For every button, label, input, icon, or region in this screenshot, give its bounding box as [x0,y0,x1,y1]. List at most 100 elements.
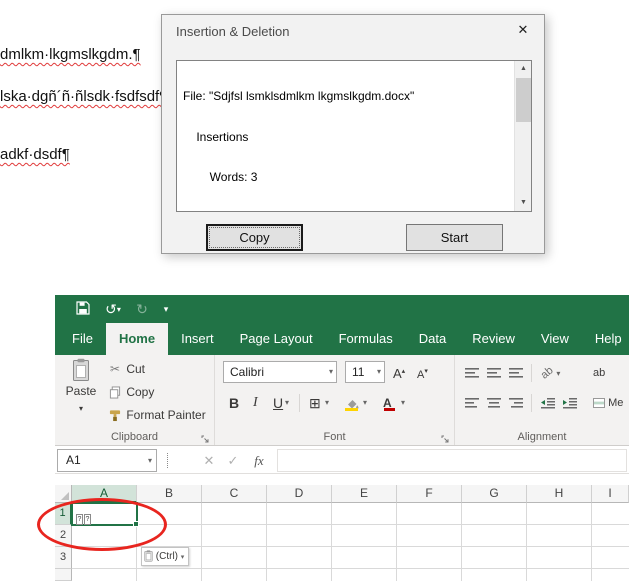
name-box[interactable]: A1 ▾ [57,449,157,472]
vertical-scrollbar[interactable]: ▲ ▼ [514,61,531,211]
font-name-combobox[interactable]: Calibri ▾ [223,361,337,383]
decrease-indent-icon[interactable] [541,394,555,412]
insertion-deletion-dialog: Insertion & Deletion ✕ File: "Sdjfsl lsm… [161,14,545,254]
wrap-text-button[interactable]: ab [593,364,605,382]
formula-bar: A1 ▾ ✕ ✓ fx [55,447,629,474]
chevron-down-icon: ▾ [78,404,83,413]
row-header-1[interactable]: 1 [55,503,72,525]
qat-customize-icon[interactable]: ▾ [157,295,175,323]
enter-icon[interactable]: ✓ [223,447,243,474]
font-color-button[interactable]: A [383,391,397,415]
chevron-down-icon: ▾ [328,367,333,376]
paste-button[interactable]: Paste ▾ [62,358,100,430]
row-header-4-partial[interactable] [55,569,72,581]
italic-button[interactable]: I [253,391,258,415]
font-group: Calibri ▾ 11 ▾ A▴ A▾ B I U ▾ ⊞ ▾ ▾ A ▾ F… [215,355,455,445]
row-header-2[interactable]: 2 [55,525,72,547]
align-center-icon[interactable] [487,394,501,412]
fill-color-dropdown-icon[interactable]: ▾ [363,391,367,415]
font-group-row2: B I U ▾ ⊞ ▾ ▾ A ▾ [215,391,455,415]
select-all-corner[interactable] [55,485,72,503]
decrease-font-size-button[interactable]: A▾ [417,361,428,383]
cells-area[interactable] [72,503,629,581]
close-icon[interactable]: ✕ [503,16,543,44]
column-header-e[interactable]: E [332,485,397,503]
redo-icon[interactable]: ↻ [131,295,153,323]
borders-button[interactable]: ⊞ [309,391,321,415]
sheet-grid: A B C D E F G H I 1 2 3 ?? (Ctrl) ▾ [55,485,629,581]
scrollbar-thumb[interactable] [516,78,531,122]
excel-window: ↺▾ ↻ ▾ File Home Insert Page Layout Form… [55,295,629,581]
align-middle-icon[interactable] [487,364,501,382]
wrap-text-icon: ab [593,367,606,379]
save-icon[interactable] [71,295,95,323]
underline-dropdown-icon[interactable]: ▾ [285,391,289,415]
undo-icon[interactable]: ↺▾ [99,295,127,323]
borders-dropdown-icon[interactable]: ▾ [325,391,329,415]
column-header-d[interactable]: D [267,485,332,503]
column-header-a[interactable]: A [72,485,137,503]
column-header-i[interactable]: I [592,485,629,503]
font-size-combobox[interactable]: 11 ▾ [345,361,385,383]
formula-input[interactable] [277,449,627,472]
tab-home[interactable]: Home [105,323,169,355]
bold-button[interactable]: B [229,391,239,415]
tab-view[interactable]: View [528,323,582,355]
font-color-dropdown-icon[interactable]: ▾ [401,391,405,415]
result-line: Insertions [183,129,249,144]
results-list-box[interactable]: File: "Sdjfsl lsmklsdmlkm lkgmslkgdm.doc… [176,60,532,212]
fill-color-button[interactable] [345,391,361,415]
cut-button[interactable]: ✂ Cut [107,362,145,382]
result-line: Words: 3 [183,170,258,184]
column-header-f[interactable]: F [397,485,462,503]
insert-function-icon[interactable]: fx [249,447,269,474]
increase-font-size-button[interactable]: A▴ [393,361,405,383]
cancel-icon[interactable]: ✕ [199,447,219,474]
orientation-icon: ab [538,364,556,382]
align-top-icon[interactable] [465,364,479,382]
font-dialog-launcher-icon[interactable] [441,431,451,443]
column-header-c[interactable]: C [202,485,267,503]
format-painter-button[interactable]: Format Painter [107,408,206,428]
clipboard-dialog-launcher-icon[interactable] [201,431,211,443]
ribbon-tab-bar: File Home Insert Page Layout Formulas Da… [55,323,629,355]
fill-handle[interactable] [133,521,139,527]
fill-color-bar [345,408,358,411]
undo-glyph: ↺ [105,301,117,317]
tab-help[interactable]: Help [582,323,629,355]
tab-page-layout[interactable]: Page Layout [227,323,326,355]
chevron-down-icon: ▾ [376,367,381,376]
floppy-icon [76,301,90,315]
tab-formulas[interactable]: Formulas [326,323,406,355]
scroll-down-icon[interactable]: ▼ [515,195,531,211]
paste-options-button[interactable]: (Ctrl) ▾ [141,547,189,566]
copy-button[interactable]: Copy [206,224,303,251]
tab-data[interactable]: Data [406,323,459,355]
column-header-h[interactable]: H [527,485,592,503]
tab-file[interactable]: File [59,323,106,355]
tab-review[interactable]: Review [459,323,528,355]
font-color-bar [384,408,395,411]
column-header-b[interactable]: B [137,485,202,503]
row-header-3[interactable]: 3 [55,547,72,569]
column-header-g[interactable]: G [462,485,527,503]
align-left-icon[interactable] [465,394,479,412]
word-text-line: lska·dgñ´ñ·ñlsdk·fsdfsdf¶ [0,88,168,105]
font-group-label: Font [323,431,346,443]
increase-indent-icon[interactable] [563,394,577,412]
down-arrow-icon: ▾ [424,368,428,375]
merge-center-button[interactable]: Me [593,394,623,412]
scissors-icon: ✂ [109,362,121,376]
underline-button[interactable]: U [273,391,283,415]
align-right-icon[interactable] [509,394,523,412]
copy-button-ribbon[interactable]: Copy [107,385,154,405]
align-bottom-icon[interactable] [509,364,523,382]
orientation-button[interactable]: ab ▾ [539,364,561,382]
scroll-up-icon[interactable]: ▲ [515,61,531,77]
start-button[interactable]: Start [406,224,503,251]
tab-insert[interactable]: Insert [168,323,227,355]
cell-a1-selected[interactable]: ?? [71,502,139,527]
clipboard-icon [73,358,89,381]
clipboard-icon [144,550,153,562]
chevron-down-icon: ▾ [116,305,121,314]
